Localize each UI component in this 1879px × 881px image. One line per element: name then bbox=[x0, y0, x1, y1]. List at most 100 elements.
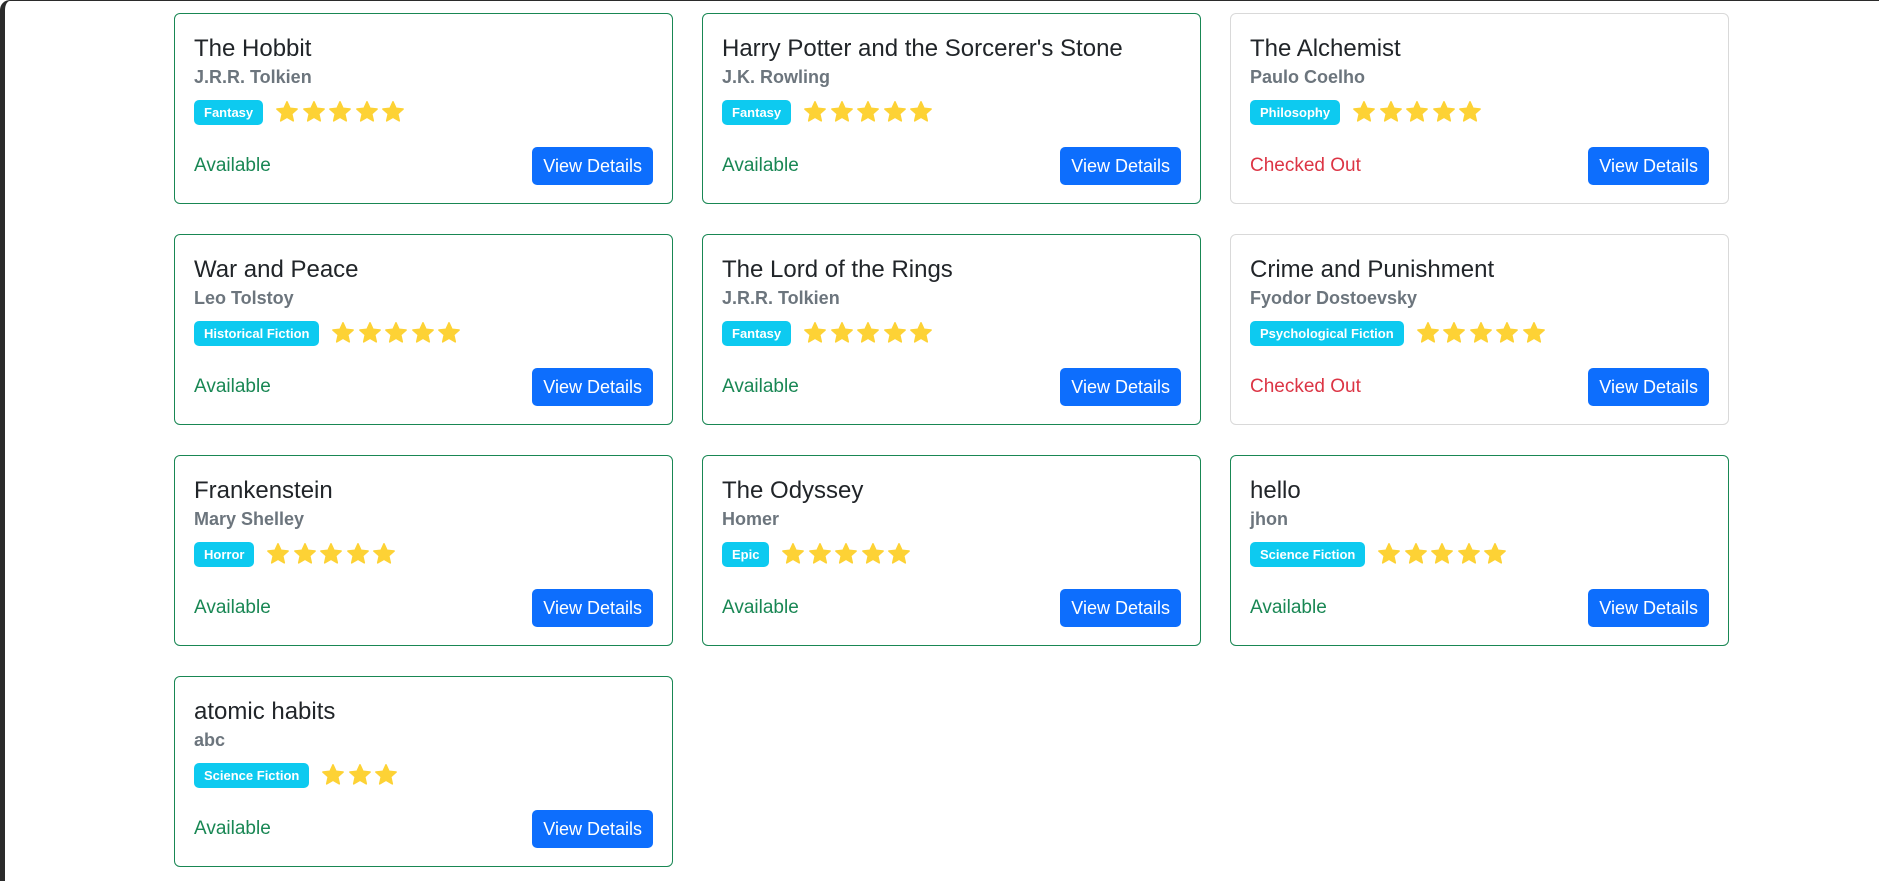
availability-status: Available bbox=[194, 155, 271, 176]
book-author: Mary Shelley bbox=[194, 509, 305, 529]
view-details-button[interactable]: View Details bbox=[532, 589, 653, 627]
book-meta: Science Fiction bbox=[1250, 541, 1709, 567]
star-icon bbox=[856, 100, 880, 124]
star-icon bbox=[1352, 100, 1376, 124]
book-card: Frankenstein Mary Shelley Horror Availab… bbox=[174, 455, 673, 646]
genre-badge: Fantasy bbox=[722, 320, 792, 346]
view-details-button[interactable]: View Details bbox=[1588, 368, 1709, 406]
book-author: J.R.R. Tolkien bbox=[194, 67, 312, 87]
card-footer: Available View Details bbox=[722, 368, 1181, 406]
view-details-button[interactable]: View Details bbox=[1588, 589, 1709, 627]
star-icon bbox=[883, 100, 907, 124]
availability-status: Available bbox=[722, 376, 799, 397]
star-icon bbox=[1377, 542, 1401, 566]
browser-viewport: The Hobbit J.R.R. Tolkien Fantasy Availa… bbox=[0, 0, 1879, 881]
genre-badge: Historical Fiction bbox=[194, 320, 320, 346]
book-author: Leo Tolstoy bbox=[194, 288, 294, 308]
star-icon bbox=[1522, 321, 1546, 345]
rating-stars bbox=[1377, 542, 1510, 566]
star-icon bbox=[1404, 542, 1428, 566]
book-author: Paulo Coelho bbox=[1250, 67, 1366, 87]
book-card: Harry Potter and the Sorcerer's Stone J.… bbox=[702, 13, 1201, 204]
genre-badge: Science Fiction bbox=[1250, 541, 1366, 567]
star-icon bbox=[1379, 100, 1403, 124]
book-author: J.K. Rowling bbox=[722, 67, 830, 87]
book-title: The Lord of the Rings bbox=[722, 256, 953, 283]
genre-badge: Fantasy bbox=[194, 99, 264, 125]
star-icon bbox=[830, 100, 854, 124]
star-icon bbox=[437, 321, 461, 345]
availability-status: Available bbox=[722, 597, 799, 618]
genre-badge: Philosophy bbox=[1250, 99, 1341, 125]
star-icon bbox=[355, 100, 379, 124]
star-icon bbox=[909, 100, 933, 124]
star-icon bbox=[381, 100, 405, 124]
genre-badge: Horror bbox=[194, 541, 255, 567]
book-meta: Philosophy bbox=[1250, 99, 1709, 125]
star-icon bbox=[275, 100, 299, 124]
card-footer: Available View Details bbox=[194, 810, 653, 848]
book-card: The Lord of the Rings J.R.R. Tolkien Fan… bbox=[702, 234, 1201, 425]
star-icon bbox=[1416, 321, 1440, 345]
book-title: hello bbox=[1250, 477, 1301, 504]
book-meta: Fantasy bbox=[194, 99, 653, 125]
book-meta: Historical Fiction bbox=[194, 320, 653, 346]
book-author: Fyodor Dostoevsky bbox=[1250, 288, 1418, 308]
book-meta: Epic bbox=[722, 541, 1181, 567]
availability-status: Available bbox=[722, 155, 799, 176]
rating-stars bbox=[321, 763, 401, 787]
book-author: Homer bbox=[722, 509, 780, 529]
availability-status: Available bbox=[1250, 597, 1327, 618]
rating-stars bbox=[275, 100, 408, 124]
star-icon bbox=[861, 542, 885, 566]
star-icon bbox=[328, 100, 352, 124]
star-icon bbox=[331, 321, 355, 345]
star-icon bbox=[1469, 321, 1493, 345]
star-icon bbox=[856, 321, 880, 345]
book-title: atomic habits bbox=[194, 698, 336, 725]
book-card: hello jhon Science Fiction Available Vie… bbox=[1230, 455, 1729, 646]
star-icon bbox=[346, 542, 370, 566]
star-icon bbox=[803, 321, 827, 345]
book-title: Crime and Punishment bbox=[1250, 256, 1495, 283]
star-icon bbox=[1495, 321, 1519, 345]
rating-stars bbox=[781, 542, 914, 566]
book-title: The Alchemist bbox=[1250, 35, 1401, 62]
star-icon bbox=[808, 542, 832, 566]
star-icon bbox=[1430, 542, 1454, 566]
genre-badge: Science Fiction bbox=[194, 762, 310, 788]
availability-status: Available bbox=[194, 376, 271, 397]
star-icon bbox=[834, 542, 858, 566]
card-footer: Checked Out View Details bbox=[1250, 368, 1709, 406]
book-title: Harry Potter and the Sorcerer's Stone bbox=[722, 35, 1123, 62]
star-icon bbox=[1432, 100, 1456, 124]
rating-stars bbox=[266, 542, 399, 566]
view-details-button[interactable]: View Details bbox=[1060, 368, 1181, 406]
star-icon bbox=[321, 763, 345, 787]
availability-status: Available bbox=[194, 597, 271, 618]
book-grid: The Hobbit J.R.R. Tolkien Fantasy Availa… bbox=[174, 13, 1730, 867]
star-icon bbox=[302, 100, 326, 124]
book-author: abc bbox=[194, 730, 226, 750]
book-card: The Alchemist Paulo Coelho Philosophy Ch… bbox=[1230, 13, 1729, 204]
view-details-button[interactable]: View Details bbox=[532, 810, 653, 848]
view-details-button[interactable]: View Details bbox=[1060, 147, 1181, 185]
view-details-button[interactable]: View Details bbox=[1588, 147, 1709, 185]
book-card: The Odyssey Homer Epic Available View De… bbox=[702, 455, 1201, 646]
star-icon bbox=[887, 542, 911, 566]
view-details-button[interactable]: View Details bbox=[532, 147, 653, 185]
view-details-button[interactable]: View Details bbox=[1060, 589, 1181, 627]
rating-stars bbox=[1352, 100, 1485, 124]
star-icon bbox=[1457, 542, 1481, 566]
star-icon bbox=[1458, 100, 1482, 124]
star-icon bbox=[1483, 542, 1507, 566]
card-footer: Available View Details bbox=[194, 147, 653, 185]
rating-stars bbox=[1416, 321, 1549, 345]
availability-status: Checked Out bbox=[1250, 155, 1361, 176]
star-icon bbox=[384, 321, 408, 345]
card-footer: Available View Details bbox=[722, 147, 1181, 185]
rating-stars bbox=[803, 100, 936, 124]
book-title: Frankenstein bbox=[194, 477, 333, 504]
book-card: The Hobbit J.R.R. Tolkien Fantasy Availa… bbox=[174, 13, 673, 204]
view-details-button[interactable]: View Details bbox=[532, 368, 653, 406]
